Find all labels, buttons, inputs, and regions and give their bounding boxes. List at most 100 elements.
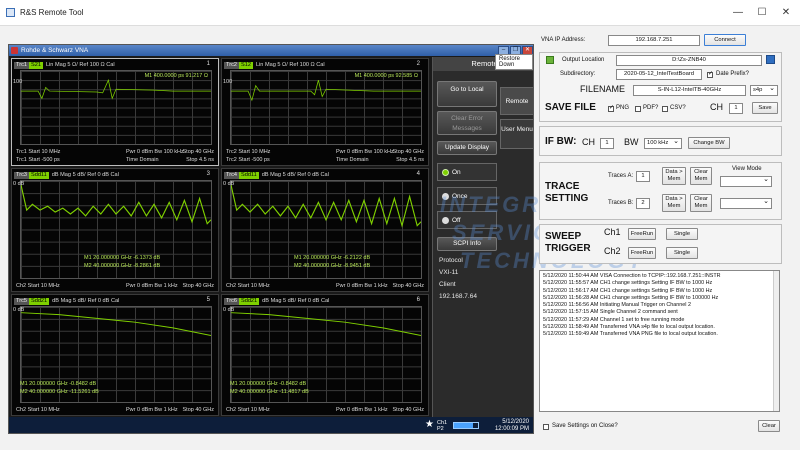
clear-mem-a-button[interactable]: Clear Mem <box>690 167 712 185</box>
footer-stop: Stop 4.5 ns <box>396 157 424 163</box>
save-ch-input[interactable]: 1 <box>729 103 743 114</box>
log-scrollbar[interactable] <box>773 271 779 411</box>
clear-mem-b-button[interactable]: Clear Mem <box>690 194 712 212</box>
trace-format: Lin Mag 5 Ω/ Ref 100 Ω Cal <box>45 62 115 68</box>
view-mode-b-dropdown[interactable] <box>720 197 772 209</box>
trace-param[interactable]: Sdd11 <box>28 171 49 179</box>
pdf-checkbox[interactable] <box>635 106 641 112</box>
folder-icon[interactable] <box>546 56 554 64</box>
update-once-radio[interactable]: Once <box>437 187 497 205</box>
ifbw-ch-input[interactable]: 1 <box>600 138 614 149</box>
trace-header: Trc5 Sdd21 dB Mag 5 dB/ Ref 0 dB Cal <box>14 297 119 305</box>
update-display-button[interactable]: Update Display <box>437 141 497 155</box>
ch1-single-button[interactable]: Single <box>666 228 698 240</box>
date-prefix-checkbox[interactable] <box>707 70 713 78</box>
update-on-radio[interactable]: On <box>437 163 497 181</box>
minimize-icon[interactable]: — <box>728 6 748 20</box>
data-to-mem-a-button[interactable]: Data > Mem <box>662 167 686 185</box>
diagram-6[interactable]: Trc6 Sdd21 dB Mag 5 dB/ Ref 0 dB Cal 6 0… <box>221 294 429 416</box>
channel-footer: Ch2 Start 10 MHz Pwr 0 dBm Bw 1 kHz Stop… <box>226 407 424 413</box>
marker-2-readout: M2 40.000000 GHz -8.2861 dB <box>84 263 161 269</box>
subdirectory-input[interactable]: 2020-05-12_IntelTestBoard <box>616 69 702 80</box>
traces-b-input[interactable]: 2 <box>636 198 650 209</box>
traces-b-label: Traces B: <box>608 200 634 206</box>
vna-ip-input[interactable]: 192.168.7.251 <box>608 35 700 46</box>
clear-log-button[interactable]: Clear <box>758 420 780 432</box>
trace-name[interactable]: Trc3 <box>14 171 29 179</box>
trace-param[interactable]: S21 <box>28 61 43 69</box>
view-mode-a-dropdown[interactable] <box>720 175 772 187</box>
csv-checkbox[interactable] <box>662 106 668 112</box>
data-to-mem-b-button[interactable]: Data > Mem <box>662 194 686 212</box>
view-mode-label: View Mode <box>732 166 762 172</box>
diagram-1[interactable]: Trc1 S21 Lin Mag 5 Ω/ Ref 100 Ω Cal 1 10… <box>11 58 219 166</box>
battery-icon <box>453 422 479 429</box>
diagram-2[interactable]: Trc2 S12 Lin Mag 5 Ω/ Ref 100 Ω Cal 2 10… <box>221 58 429 166</box>
traces-a-input[interactable]: 1 <box>636 171 650 182</box>
filename-input[interactable]: S-IN-L12-IntelTB-40GHz <box>633 85 746 96</box>
protocol-label: Protocol <box>439 257 463 264</box>
close-icon[interactable]: ✕ <box>776 6 796 20</box>
ch1-freerun-button[interactable]: FreeRun <box>628 228 656 240</box>
diagram-3[interactable]: Trc3 Sdd11 dB Mag 5 dB/ Ref 0 dB Cal 3 0… <box>11 168 219 292</box>
log-line: 5/12/2020 11:59:49 AM Transferred VNA PN… <box>543 331 718 338</box>
diagram-4[interactable]: Trc4 Sdd11 dB Mag 5 dB/ Ref 0 dB Cal 4 0… <box>221 168 429 292</box>
trace-name[interactable]: Trc1 <box>14 61 29 69</box>
radio-dot-icon <box>442 217 449 224</box>
ch2-single-button[interactable]: Single <box>666 247 698 259</box>
maximize-icon[interactable]: ☐ <box>752 6 772 20</box>
trace-format: Lin Mag 5 Ω/ Ref 100 Ω Cal <box>255 62 325 68</box>
channel-footer: Ch2 Start 10 MHz Pwr 0 dBm Bw 1 kHz Stop… <box>16 407 214 413</box>
log-line: 5/12/2020 11:56:17 AM CH1 change setting… <box>543 287 713 294</box>
marker-1-readout: M1 20.000000 GHz -0.8482 dB <box>230 381 307 387</box>
radio-label: Off <box>452 217 461 224</box>
trace-param[interactable]: Sdd21 <box>238 297 260 305</box>
clear-error-messages-button[interactable]: Clear Error Messages <box>437 111 497 135</box>
ref-label: 100 <box>13 79 23 85</box>
footer-stop: Stop 40 GHz <box>182 283 215 289</box>
trace-param[interactable]: S12 <box>238 61 253 69</box>
ch2-freerun-button[interactable]: FreeRun <box>628 247 656 259</box>
trace-name[interactable]: Trc5 <box>14 297 29 305</box>
update-off-radio[interactable]: Off <box>437 211 497 229</box>
connect-button[interactable]: Connect <box>704 34 746 46</box>
tab-remote[interactable]: Remote <box>500 87 533 115</box>
go-to-local-button[interactable]: Go to Local <box>437 81 497 107</box>
footer-power: Pwr 0 dBm Bw 1 kHz <box>126 407 178 413</box>
footer-stop: Stop 40 GHz <box>392 149 425 155</box>
channel-footer: Trc1 Start 10 MHz Pwr 0 dBm Bw 100 kHz S… <box>16 149 214 155</box>
trace-name[interactable]: Trc4 <box>224 171 239 179</box>
ref-label: 0 dB <box>13 181 25 187</box>
save-settings-checkbox[interactable] <box>543 424 549 430</box>
channel-footer: Trc2 Start 10 MHz Pwr 0 dBm Bw 100 kHz S… <box>226 149 424 155</box>
save-disk-icon[interactable] <box>766 55 775 64</box>
channel-indicator: Ch1 P2 <box>437 420 447 432</box>
tab-user-menu[interactable]: User Menu <box>500 119 533 149</box>
ifbw-dropdown[interactable]: 100 kHz <box>644 137 682 149</box>
star-icon[interactable]: ★ <box>425 419 434 430</box>
traces-a-label: Traces A: <box>608 173 634 179</box>
file-type-dropdown[interactable]: s4p <box>750 84 778 96</box>
save-button[interactable]: Save <box>752 102 778 114</box>
log-line: 5/12/2020 11:56:28 AM CH1 change setting… <box>543 294 719 301</box>
diagram-5[interactable]: Trc5 Sdd21 dB Mag 5 dB/ Ref 0 dB Cal 5 0… <box>11 294 219 416</box>
trace-param[interactable]: Sdd11 <box>238 171 259 179</box>
app-icon <box>6 8 15 17</box>
activity-log[interactable]: 5/12/2020 11:50:44 AM VISA Connection to… <box>539 270 780 412</box>
change-bw-button[interactable]: Change BW <box>688 137 730 149</box>
output-location-input[interactable]: D:\Zs-ZNB40 <box>616 55 762 66</box>
footer-power: Pwr 0 dBm Bw 100 kHz <box>336 149 394 155</box>
trace-name[interactable]: Trc2 <box>224 61 239 69</box>
footer-start: Trc2 Start -500 ps <box>226 157 270 163</box>
trace-param[interactable]: Sdd21 <box>28 297 50 305</box>
save-settings-label: Save Settings on Close? <box>552 423 618 429</box>
channel-footer: Ch2 Start 10 MHz Pwr 0 dBm Bw 1 kHz Stop… <box>226 283 424 289</box>
trace-curve <box>231 312 421 336</box>
marker-readout: M1 400.0000 ps 92.585 Ω <box>354 73 418 79</box>
trace-name[interactable]: Trc6 <box>224 297 239 305</box>
restore-down-tooltip: Restore Down <box>495 54 533 70</box>
footer-power: Pwr 0 dBm Bw 1 kHz <box>336 407 388 413</box>
scpi-info-button[interactable]: SCPI Info <box>437 237 497 251</box>
radio-label: Once <box>452 193 468 200</box>
png-checkbox[interactable] <box>608 104 614 112</box>
